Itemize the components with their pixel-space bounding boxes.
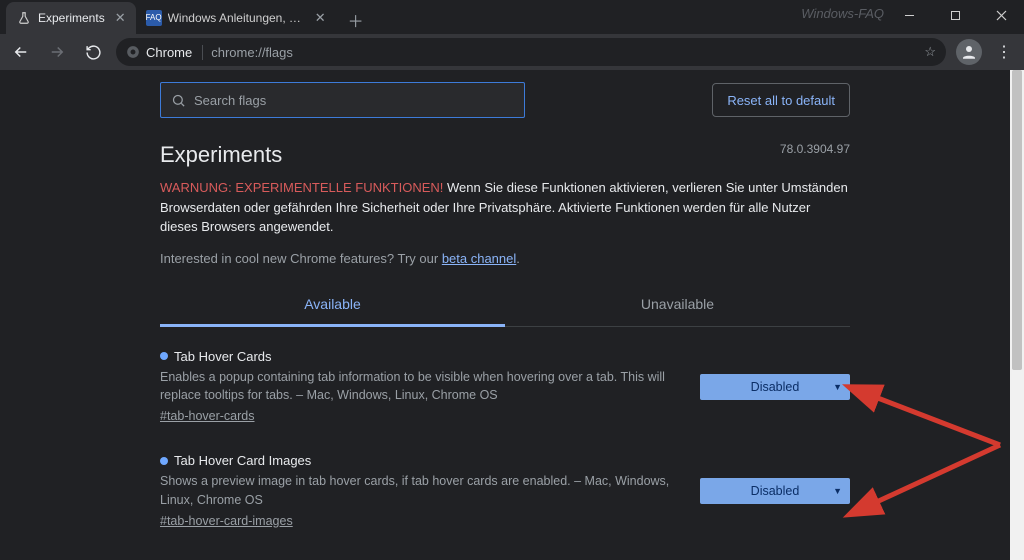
minimize-button[interactable]	[886, 0, 932, 30]
tab-title: Windows Anleitungen, Tipps & T	[168, 11, 305, 25]
tabstrip: Experiments ✕ FAQ Windows Anleitungen, T…	[0, 0, 370, 34]
page-title: Experiments	[160, 142, 850, 168]
omnibox[interactable]: Chrome chrome://flags ☆	[116, 38, 946, 66]
profile-button[interactable]	[956, 39, 982, 65]
watermark-text: Windows-FAQ	[801, 6, 884, 21]
toolbar: Chrome chrome://flags ☆ ⋮	[0, 34, 1024, 70]
scrollbar-thumb[interactable]	[1012, 70, 1022, 370]
page-viewport: Reset all to default Experiments 78.0.39…	[0, 70, 1010, 560]
top-row: Reset all to default	[160, 82, 850, 118]
search-flags-box[interactable]	[160, 82, 525, 118]
tab-available[interactable]: Available	[160, 284, 505, 327]
url-text: chrome://flags	[211, 45, 293, 60]
window-close-button[interactable]	[978, 0, 1024, 30]
flag-anchor-link[interactable]: #tab-hover-cards	[160, 409, 255, 423]
browser-tab[interactable]: FAQ Windows Anleitungen, Tipps & T ✕	[136, 2, 336, 34]
back-button[interactable]	[8, 39, 34, 65]
browser-tab[interactable]: Experiments ✕	[6, 2, 136, 34]
favicon-icon: FAQ	[146, 10, 162, 26]
vertical-scrollbar[interactable]	[1010, 70, 1024, 560]
tab-unavailable[interactable]: Unavailable	[505, 284, 850, 326]
search-input[interactable]	[194, 93, 514, 108]
caret-down-icon: ▼	[833, 486, 842, 496]
beta-text: Interested in cool new Chrome features? …	[160, 251, 850, 266]
reset-all-button[interactable]: Reset all to default	[712, 83, 850, 117]
header-row: Experiments 78.0.3904.97	[160, 142, 850, 168]
caret-down-icon: ▼	[833, 382, 842, 392]
app-window: Experiments ✕ FAQ Windows Anleitungen, T…	[0, 0, 1024, 560]
flags-page: Reset all to default Experiments 78.0.39…	[160, 70, 850, 536]
flag-anchor-link[interactable]: #tab-hover-card-images	[160, 514, 293, 528]
flag-value-select[interactable]: Disabled ▼	[700, 374, 850, 400]
bookmark-star-icon[interactable]: ☆	[924, 44, 936, 60]
flag-description: Shows a preview image in tab hover cards…	[160, 472, 684, 510]
flags-tabs: Available Unavailable	[160, 284, 850, 327]
new-tab-button[interactable]: ＋	[342, 6, 370, 34]
flag-row: Tab Hover Card Images Shows a preview im…	[160, 431, 850, 536]
status-dot-icon	[160, 457, 168, 465]
flag-row: Tab Hover Cards Enables a popup containi…	[160, 327, 850, 432]
kebab-menu-button[interactable]: ⋮	[992, 42, 1016, 62]
flag-description: Enables a popup containing tab informati…	[160, 368, 684, 406]
forward-button[interactable]	[44, 39, 70, 65]
flask-icon	[16, 10, 32, 26]
search-icon	[171, 93, 186, 108]
flag-title: Tab Hover Card Images	[160, 453, 684, 468]
reload-button[interactable]	[80, 39, 106, 65]
chrome-icon	[126, 45, 140, 59]
warning-text: WARNUNG: EXPERIMENTELLE FUNKTIONEN! Wenn…	[160, 178, 850, 237]
titlebar: Experiments ✕ FAQ Windows Anleitungen, T…	[0, 0, 1024, 34]
site-chip: Chrome	[126, 45, 203, 60]
status-dot-icon	[160, 352, 168, 360]
version-text: 78.0.3904.97	[780, 142, 850, 156]
flag-title: Tab Hover Cards	[160, 349, 684, 364]
warning-label: WARNUNG: EXPERIMENTELLE FUNKTIONEN!	[160, 180, 443, 195]
maximize-button[interactable]	[932, 0, 978, 30]
tab-title: Experiments	[38, 11, 105, 25]
chip-label: Chrome	[146, 45, 192, 60]
close-icon[interactable]: ✕	[315, 10, 326, 26]
flag-value-select[interactable]: Disabled ▼	[700, 478, 850, 504]
close-icon[interactable]: ✕	[115, 10, 126, 26]
window-controls	[886, 0, 1024, 30]
beta-channel-link[interactable]: beta channel	[442, 251, 516, 266]
